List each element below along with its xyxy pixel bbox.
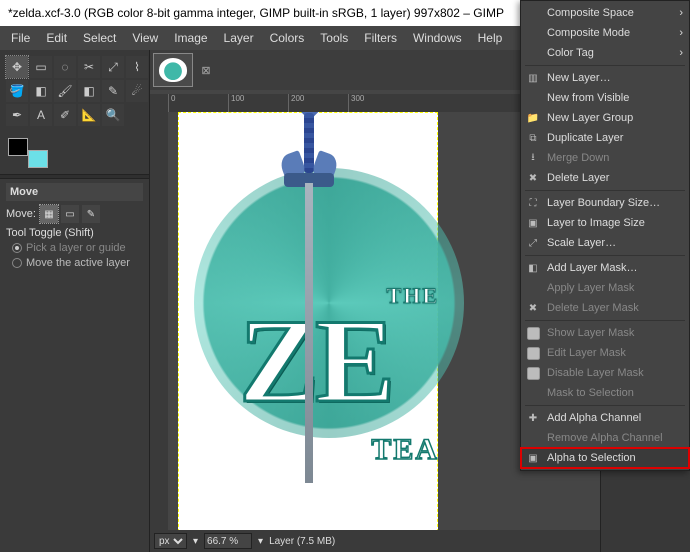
tool-toggle-label: Tool Toggle (Shift) [6,227,143,239]
edit-mask-checkbox [527,347,540,360]
move-mode-path-icon[interactable]: ✎ [82,205,100,223]
tool-clone[interactable]: ✎ [102,80,124,102]
zoom-input[interactable] [204,533,252,549]
tool-eraser[interactable]: ◧ [78,80,100,102]
tool-path[interactable]: ✒ [6,104,28,126]
tool-text[interactable]: A [30,104,52,126]
ctx-duplicate-layer[interactable]: ⧉Duplicate Layer [521,128,689,148]
ctx-alpha-to-selection[interactable]: ▣Alpha to Selection [521,448,689,468]
radio-move-active[interactable]: Move the active layer [12,257,143,269]
folder-icon: 📁 [526,113,540,124]
menu-colors[interactable]: Colors [263,28,312,48]
tool-warp[interactable]: ⌇ [126,56,148,78]
ctx-new-layer[interactable]: ▥New Layer… [521,68,689,88]
menu-file[interactable]: File [4,28,37,48]
unit-select[interactable]: px [154,533,187,549]
menu-layer[interactable]: Layer [217,28,261,48]
duplicate-icon: ⧉ [526,133,540,144]
menu-select[interactable]: Select [76,28,123,48]
tool-options-title: Move [6,183,143,201]
color-swatches[interactable] [8,138,48,168]
tool-smudge[interactable]: ☄ [126,80,148,102]
tool-move[interactable]: ✥ [6,56,28,78]
background-color[interactable] [28,150,48,168]
move-label: Move: [6,208,36,220]
scale-icon: ⤢ [526,238,540,249]
toolbox: ✥ ▭ ◌ ✂ ⤢ ⌇ 🪣 ◧ 🖌 ◧ ✎ ☄ ✒ A ✐ 📐 🔍 Move M [0,50,150,552]
tool-bucket[interactable]: 🪣 [6,80,28,102]
ctx-delete-layer[interactable]: ✖Delete Layer [521,168,689,188]
resize-icon: ⛶ [526,198,540,209]
tool-picker[interactable]: ✐ [54,104,76,126]
show-mask-checkbox [527,327,540,340]
ctx-composite-space[interactable]: Composite Space [521,3,689,23]
new-layer-icon: ▥ [526,73,540,84]
tool-gradient[interactable]: ◧ [30,80,52,102]
ctx-new-layer-group[interactable]: 📁New Layer Group [521,108,689,128]
status-bar: px ▾ ▾ Layer (7.5 MB) [150,530,600,552]
fit-icon: ▣ [526,218,540,229]
tool-transform[interactable]: ⤢ [102,56,124,78]
mask-icon: ◧ [526,263,540,274]
tool-paintbrush[interactable]: 🖌 [54,80,76,102]
ctx-color-tag[interactable]: Color Tag [521,43,689,63]
alpha-sel-icon: ▣ [526,453,540,464]
menu-image[interactable]: Image [167,28,214,48]
menu-windows[interactable]: Windows [406,28,469,48]
ctx-add-mask[interactable]: ◧Add Layer Mask… [521,258,689,278]
image-tab-zelda[interactable] [154,54,192,86]
ctx-disable-mask: Disable Layer Mask [521,363,689,383]
ctx-delete-mask: ✖Delete Layer Mask [521,298,689,318]
delete-mask-icon: ✖ [526,303,540,314]
canvas-artwork: THE ZE TEA [179,113,437,530]
ctx-apply-mask: Apply Layer Mask [521,278,689,298]
menu-help[interactable]: Help [471,28,510,48]
layer-context-menu: Composite Space Composite Mode Color Tag… [520,0,690,471]
ctx-boundary-size[interactable]: ⛶Layer Boundary Size… [521,193,689,213]
ctx-to-image-size[interactable]: ▣Layer to Image Size [521,213,689,233]
menu-edit[interactable]: Edit [39,28,74,48]
ctx-remove-alpha: Remove Alpha Channel [521,428,689,448]
status-info: Layer (7.5 MB) [269,536,335,547]
disable-mask-checkbox [527,367,540,380]
ruler-vertical [150,112,168,530]
ctx-composite-mode[interactable]: Composite Mode [521,23,689,43]
ctx-mask-to-sel: Mask to Selection [521,383,689,403]
ctx-add-alpha[interactable]: ✚Add Alpha Channel [521,408,689,428]
tool-options-panel: Move Move: ▦ ▭ ✎ Tool Toggle (Shift) Pic… [0,179,149,552]
menu-filters[interactable]: Filters [357,28,404,48]
merge-icon: ⭳ [526,150,540,167]
move-mode-selection-icon[interactable]: ▭ [61,205,79,223]
tool-free-select[interactable]: ◌ [54,56,76,78]
canvas[interactable]: THE ZE TEA [178,112,438,530]
delete-icon: ✖ [526,173,540,184]
menu-view[interactable]: View [125,28,165,48]
tool-measure[interactable]: 📐 [78,104,100,126]
tool-rect-select[interactable]: ▭ [30,56,52,78]
close-tab-icon[interactable]: ⊠ [198,62,214,78]
ctx-scale-layer[interactable]: ⤢Scale Layer… [521,233,689,253]
foreground-color[interactable] [8,138,28,156]
tool-zoom[interactable]: 🔍 [102,104,124,126]
alpha-icon: ✚ [526,413,540,424]
move-mode-layer-icon[interactable]: ▦ [40,205,58,223]
ctx-new-from-visible[interactable]: New from Visible [521,88,689,108]
ctx-edit-mask: Edit Layer Mask [521,343,689,363]
window-title: *zelda.xcf-3.0 (RGB color 8-bit gamma in… [8,6,504,20]
tool-crop[interactable]: ✂ [78,56,100,78]
ctx-show-mask: Show Layer Mask [521,323,689,343]
ctx-merge-down: ⭳Merge Down [521,148,689,168]
menu-tools[interactable]: Tools [313,28,355,48]
radio-pick-layer[interactable]: Pick a layer or guide [12,242,143,254]
